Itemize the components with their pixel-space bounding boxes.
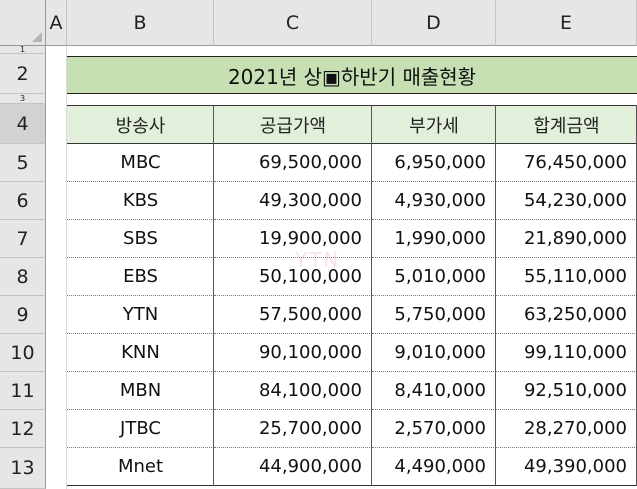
table-cell-total[interactable]: 55,110,000	[496, 258, 637, 296]
table-cell-supply[interactable]: 49,300,000	[214, 182, 372, 220]
table-cell-station[interactable]: KNN	[67, 334, 214, 372]
row-header-11[interactable]: 11	[0, 372, 46, 410]
column-header-a[interactable]: A	[46, 0, 67, 46]
row-header-5[interactable]: 5	[0, 144, 46, 182]
row-header-6[interactable]: 6	[0, 182, 46, 220]
watermark: YTN	[295, 248, 341, 272]
table-cell-station[interactable]: Mnet	[67, 448, 214, 486]
spreadsheet: A B C D E 1 2 3 4 5 6 7 8 9 10 11 12 13 …	[0, 0, 637, 489]
table-cell-vat[interactable]: 5,010,000	[372, 258, 496, 296]
header-supply-amount[interactable]: 공급가액	[214, 105, 372, 144]
row-header-9[interactable]: 9	[0, 296, 46, 334]
table-cell-vat[interactable]: 6,950,000	[372, 144, 496, 182]
table-cell-station[interactable]: MBN	[67, 372, 214, 410]
row-header-10[interactable]: 10	[0, 334, 46, 372]
table-cell-supply[interactable]: 90,100,000	[214, 334, 372, 372]
table-cell-station[interactable]: JTBC	[67, 410, 214, 448]
table-cell-supply[interactable]: 44,900,000	[214, 448, 372, 486]
table-cell-total[interactable]: 54,230,000	[496, 182, 637, 220]
table-cell-station[interactable]: SBS	[67, 220, 214, 258]
row-header-12[interactable]: 12	[0, 410, 46, 448]
table-cell-total[interactable]: 63,250,000	[496, 296, 637, 334]
table-divider	[495, 105, 496, 486]
row-header-13[interactable]: 13	[0, 448, 46, 489]
table-cell-supply[interactable]: 69,500,000	[214, 144, 372, 182]
table-cell-total[interactable]: 28,270,000	[496, 410, 637, 448]
table-cell-total[interactable]: 99,110,000	[496, 334, 637, 372]
table-cell-vat[interactable]: 9,010,000	[372, 334, 496, 372]
table-cell-vat[interactable]: 4,930,000	[372, 182, 496, 220]
row-header-3[interactable]: 3	[0, 94, 46, 104]
header-vat[interactable]: 부가세	[372, 105, 496, 144]
table-cell-vat[interactable]: 2,570,000	[372, 410, 496, 448]
table-cell-station[interactable]: YTN	[67, 296, 214, 334]
header-total[interactable]: 합계금액	[496, 105, 637, 144]
header-station[interactable]: 방송사	[67, 105, 214, 144]
table-cell-vat[interactable]: 4,490,000	[372, 448, 496, 486]
table-cell-total[interactable]: 49,390,000	[496, 448, 637, 486]
sheet-title[interactable]: 2021년 상▣하반기 매출현황	[67, 56, 637, 94]
table-cell-supply[interactable]: 57,500,000	[214, 296, 372, 334]
column-header-c[interactable]: C	[214, 0, 372, 46]
table-cell-supply[interactable]: 19,900,000	[214, 220, 372, 258]
column-header-b[interactable]: B	[67, 0, 214, 46]
table-cell-supply[interactable]: 25,700,000	[214, 410, 372, 448]
select-all-corner[interactable]	[0, 0, 46, 46]
table-cell-station[interactable]: EBS	[67, 258, 214, 296]
row-header-1[interactable]: 1	[0, 46, 46, 54]
row-header-4[interactable]: 4	[0, 104, 46, 144]
table-cell-total[interactable]: 76,450,000	[496, 144, 637, 182]
table-cell-supply[interactable]: 50,100,000	[214, 258, 372, 296]
row-header-7[interactable]: 7	[0, 220, 46, 258]
table-cell-station[interactable]: KBS	[67, 182, 214, 220]
table-cell-vat[interactable]: 8,410,000	[372, 372, 496, 410]
table-divider	[371, 105, 372, 486]
table-divider	[213, 105, 214, 486]
row-header-2[interactable]: 2	[0, 54, 46, 94]
select-all-icon	[32, 32, 42, 42]
table-cell-supply[interactable]: 84,100,000	[214, 372, 372, 410]
table-cell-total[interactable]: 92,510,000	[496, 372, 637, 410]
row-header-8[interactable]: 8	[0, 258, 46, 296]
column-header-e[interactable]: E	[496, 0, 637, 46]
table-cell-vat[interactable]: 1,990,000	[372, 220, 496, 258]
table-cell-vat[interactable]: 5,750,000	[372, 296, 496, 334]
table-cell-total[interactable]: 21,890,000	[496, 220, 637, 258]
column-header-d[interactable]: D	[372, 0, 496, 46]
table-cell-station[interactable]: MBC	[67, 144, 214, 182]
